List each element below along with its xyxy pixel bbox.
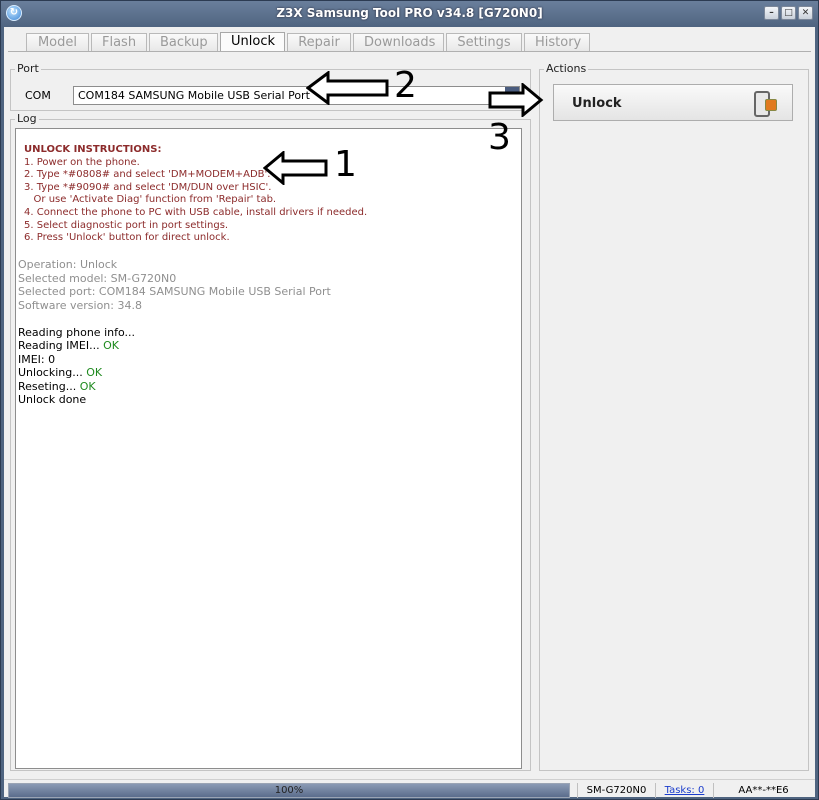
- tab-downloads[interactable]: Downloads: [353, 33, 444, 51]
- tab-repair[interactable]: Repair: [287, 33, 351, 51]
- port-group: Port COM COM184 SAMSUNG Mobile USB Seria…: [10, 62, 531, 111]
- instruction-line: 6. Press 'Unlock' button for direct unlo…: [24, 232, 230, 244]
- tab-history[interactable]: History: [524, 33, 590, 51]
- actions-group-label: Actions: [544, 62, 589, 75]
- tab-unlock[interactable]: Unlock: [220, 32, 285, 52]
- tab-flash[interactable]: Flash: [91, 33, 147, 51]
- status-bar: 100% SM-G720N0 Tasks: 0 AA**-**E6: [4, 779, 815, 798]
- port-group-label: Port: [15, 62, 41, 75]
- unlock-button-label: Unlock: [572, 96, 622, 111]
- log-output[interactable]: UNLOCK INSTRUCTIONS: 1. Power on the pho…: [15, 128, 522, 769]
- annotation-arrow-3: [488, 83, 544, 117]
- tab-divider: [8, 51, 811, 52]
- actions-group: Actions Unlock: [539, 62, 809, 771]
- result-text: IMEI: 0: [18, 352, 56, 366]
- minimize-button[interactable]: –: [764, 6, 779, 20]
- title-bar[interactable]: ↻ Z3X Samsung Tool PRO v34.8 [G720N0] – …: [1, 1, 818, 27]
- result-line: Reading phone info...: [18, 326, 521, 340]
- progress-label: 100%: [274, 785, 304, 796]
- instruction-line: 4. Connect the phone to PC with USB cabl…: [24, 206, 368, 218]
- status-code: AA**-**E6: [713, 783, 813, 798]
- com-port-select[interactable]: COM184 SAMSUNG Mobile USB Serial Port ▼: [73, 86, 520, 105]
- info-line: Selected model: SM-G720N0: [18, 271, 177, 285]
- close-button[interactable]: ✕: [798, 6, 813, 20]
- result-line: Unlock done: [18, 393, 521, 407]
- result-line: Reseting... OK: [18, 380, 521, 394]
- result-line: IMEI: 0: [18, 353, 521, 367]
- status-model: SM-G720N0: [577, 783, 655, 798]
- tab-backup[interactable]: Backup: [149, 33, 218, 51]
- result-line: Unlocking... OK: [18, 366, 521, 380]
- tab-settings[interactable]: Settings: [446, 33, 522, 51]
- result-text: Reading phone info...: [18, 325, 135, 339]
- result-text: Unlocking...: [18, 366, 87, 380]
- tasks-cell: Tasks: 0: [655, 783, 713, 798]
- app-window: ↻ Z3X Samsung Tool PRO v34.8 [G720N0] – …: [0, 0, 819, 800]
- annotation-arrow-2: [306, 71, 389, 105]
- com-label: COM: [25, 89, 51, 102]
- result-text: Unlock done: [18, 393, 87, 407]
- instruction-line: Or use 'Activate Diag' function from 'Re…: [24, 194, 277, 206]
- result-line: Reading IMEI... OK: [18, 339, 521, 353]
- tab-bar: Model Flash Backup Unlock Repair Downloa…: [26, 32, 592, 52]
- result-status: OK: [79, 379, 96, 393]
- info-line: Software version: 34.8: [18, 298, 142, 312]
- progress-bar: 100%: [8, 783, 570, 798]
- info-line: Operation: Unlock: [18, 258, 118, 272]
- annotation-number-2: 2: [394, 65, 417, 106]
- annotation-number-3: 3: [488, 117, 511, 158]
- result-status: OK: [86, 366, 103, 380]
- result-status: OK: [103, 339, 119, 353]
- client-area: Model Flash Backup Unlock Repair Downloa…: [4, 27, 815, 798]
- result-text: Reseting...: [18, 379, 80, 393]
- tab-model[interactable]: Model: [26, 33, 89, 51]
- log-group-label: Log: [15, 112, 39, 125]
- info-line: Selected port: COM184 SAMSUNG Mobile USB…: [18, 285, 331, 299]
- lock-icon: [765, 99, 777, 111]
- window-title: Z3X Samsung Tool PRO v34.8 [G720N0]: [276, 6, 543, 20]
- tasks-link[interactable]: Tasks: 0: [665, 785, 705, 796]
- com-port-value: COM184 SAMSUNG Mobile USB Serial Port: [78, 89, 310, 102]
- result-text: Reading IMEI...: [18, 339, 104, 353]
- annotation-arrow-1: [263, 151, 328, 185]
- instruction-line: 5. Select diagnostic port in port settin…: [24, 219, 229, 231]
- unlock-button[interactable]: Unlock: [553, 84, 793, 121]
- log-group: Log UNLOCK INSTRUCTIONS: 1. Power on the…: [10, 112, 531, 771]
- maximize-button[interactable]: □: [781, 6, 796, 20]
- annotation-number-1: 1: [334, 144, 357, 185]
